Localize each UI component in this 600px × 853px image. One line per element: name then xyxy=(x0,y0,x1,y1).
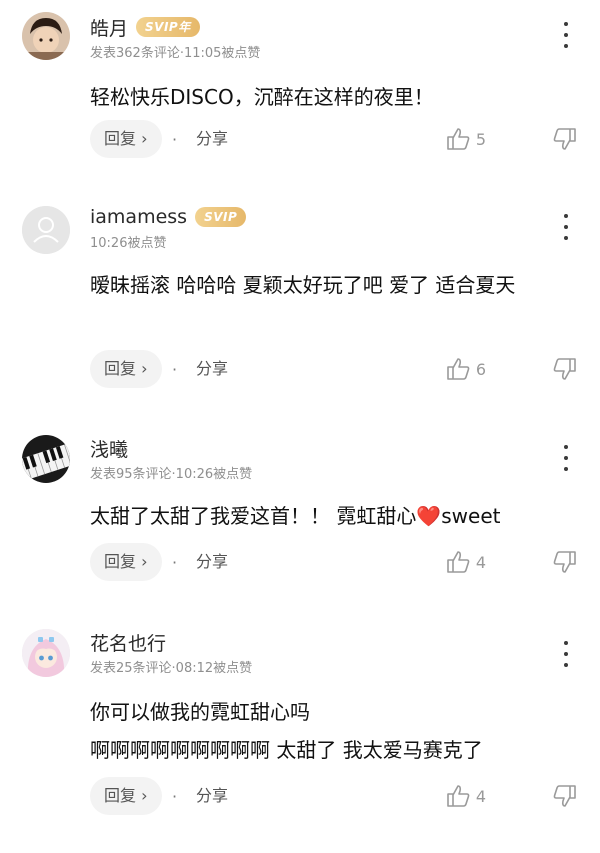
more-options-icon[interactable] xyxy=(562,641,570,667)
reply-button[interactable]: 回复 › xyxy=(90,777,162,815)
reply-button[interactable]: 回复 › xyxy=(90,350,162,388)
reply-button[interactable]: 回复 › xyxy=(90,543,162,581)
comment-text: 轻松快乐DISCO，沉醉在这样的夜里！ xyxy=(90,85,434,109)
like-count: 6 xyxy=(475,359,486,379)
thumbs-up-icon xyxy=(447,551,470,573)
thumbs-down-icon xyxy=(553,128,576,150)
more-options-icon[interactable] xyxy=(562,445,570,471)
comment-meta: 10:26被点赞 xyxy=(90,236,167,251)
name-row: 皓月 SVIP年 xyxy=(90,14,200,40)
dislike-button[interactable] xyxy=(552,356,578,382)
avatar[interactable] xyxy=(22,206,70,254)
default-user-icon xyxy=(22,206,70,254)
comment-text: 你可以做我的霓虹甜心吗 啊啊啊啊啊啊啊啊啊 太甜了 我太爱马赛克了 xyxy=(90,700,483,762)
more-options-icon[interactable] xyxy=(562,22,570,48)
like-button[interactable]: 4 xyxy=(445,549,486,575)
piano-keys-avatar-icon xyxy=(22,435,70,483)
svip-badge: SVIP xyxy=(195,207,247,227)
thumbs-down-icon xyxy=(553,785,576,807)
separator-dot: · xyxy=(172,360,178,379)
like-button[interactable]: 6 xyxy=(445,356,486,382)
name-row: 花名也行 xyxy=(90,629,166,655)
dislike-button[interactable] xyxy=(552,126,578,152)
comment-text: 太甜了太甜了我爱这首！！ 霓虹甜心❤️sweet xyxy=(90,504,501,528)
share-button[interactable]: 分享 xyxy=(196,120,228,158)
share-button[interactable]: 分享 xyxy=(196,350,228,388)
avatar[interactable] xyxy=(22,629,70,677)
comment-actions: 回复 › · 分享 4 xyxy=(90,543,578,583)
comment-meta: 发表95条评论·10:26被点赞 xyxy=(90,467,253,482)
dislike-button[interactable] xyxy=(552,783,578,809)
comment-actions: 回复 › · 分享 5 xyxy=(90,120,578,160)
separator-dot: · xyxy=(172,787,178,806)
name-row: iamamess SVIP xyxy=(90,204,247,230)
like-button[interactable]: 5 xyxy=(445,126,486,152)
like-count: 4 xyxy=(475,786,486,806)
svip-badge: SVIP年 xyxy=(136,17,200,37)
username[interactable]: 浅曦 xyxy=(90,435,128,462)
thumbs-up-icon xyxy=(447,128,470,150)
like-count: 5 xyxy=(475,129,486,149)
comment-meta: 发表362条评论·11:05被点赞 xyxy=(90,46,261,61)
comment-actions: 回复 › · 分享 4 xyxy=(90,777,578,817)
comment-meta: 发表25条评论·08:12被点赞 xyxy=(90,661,253,676)
username[interactable]: 皓月 xyxy=(90,14,128,41)
comment-actions: 回复 › · 分享 6 xyxy=(90,350,578,390)
separator-dot: · xyxy=(172,130,178,149)
share-button[interactable]: 分享 xyxy=(196,777,228,815)
avatar[interactable] xyxy=(22,435,70,483)
username[interactable]: iamamess xyxy=(90,206,187,228)
anime-girl-avatar-icon xyxy=(22,629,70,677)
like-count: 4 xyxy=(475,552,486,572)
username[interactable]: 花名也行 xyxy=(90,629,166,656)
like-button[interactable]: 4 xyxy=(445,783,486,809)
thumbs-down-icon xyxy=(553,358,576,380)
more-options-icon[interactable] xyxy=(562,214,570,240)
thumbs-up-icon xyxy=(447,358,470,380)
thumbs-up-icon xyxy=(447,785,470,807)
name-row: 浅曦 xyxy=(90,435,128,461)
reply-button[interactable]: 回复 › xyxy=(90,120,162,158)
dislike-button[interactable] xyxy=(552,549,578,575)
user-avatar-icon xyxy=(22,12,70,60)
share-button[interactable]: 分享 xyxy=(196,543,228,581)
avatar[interactable] xyxy=(22,12,70,60)
separator-dot: · xyxy=(172,553,178,572)
thumbs-down-icon xyxy=(553,551,576,573)
comment-text: 暧昧摇滚 哈哈哈 夏颖太好玩了吧 爱了 适合夏天 xyxy=(90,273,516,297)
